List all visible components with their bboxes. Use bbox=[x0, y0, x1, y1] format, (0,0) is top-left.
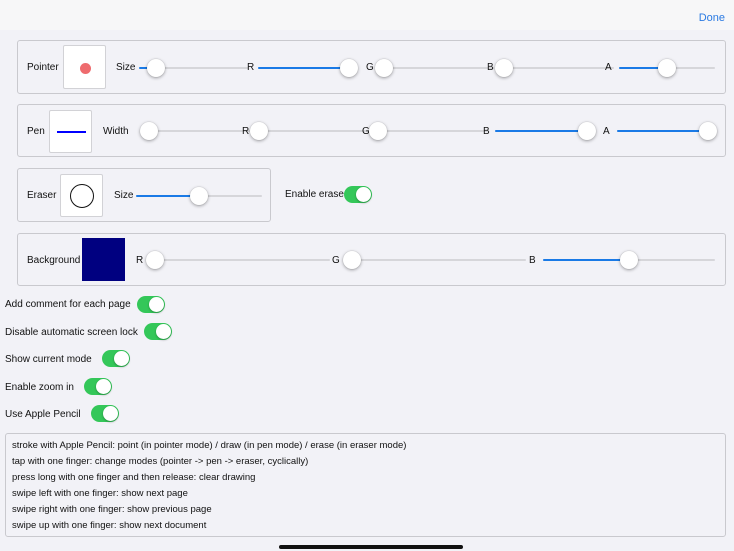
slider-thumb[interactable] bbox=[578, 122, 596, 140]
pointer-g-label: G bbox=[366, 62, 374, 73]
eraser-size-label: Size bbox=[114, 190, 134, 201]
slider-thumb[interactable] bbox=[369, 122, 387, 140]
help-line: swipe right with one finger: show previo… bbox=[12, 504, 212, 515]
pen-a-label: A bbox=[603, 126, 610, 137]
pen-line-icon bbox=[57, 131, 86, 133]
slider-thumb[interactable] bbox=[495, 59, 513, 77]
slider-thumb[interactable] bbox=[375, 59, 393, 77]
pointer-a-slider[interactable] bbox=[619, 59, 715, 77]
background-label: Background bbox=[27, 255, 81, 266]
pointer-size-label: Size bbox=[116, 62, 136, 73]
pointer-g-slider[interactable] bbox=[375, 59, 494, 77]
pointer-panel: Pointer Size R G B A bbox=[17, 40, 726, 94]
disable-screen-lock-toggle[interactable] bbox=[144, 323, 172, 340]
help-line: swipe left with one finger: show next pa… bbox=[12, 488, 188, 499]
eraser-label: Eraser bbox=[27, 190, 57, 201]
pen-r-label: R bbox=[242, 126, 250, 137]
slider-thumb[interactable] bbox=[699, 122, 717, 140]
slider-thumb[interactable] bbox=[343, 251, 361, 269]
slider-thumb[interactable] bbox=[340, 59, 358, 77]
add-comment-toggle[interactable] bbox=[137, 296, 165, 313]
pointer-label: Pointer bbox=[27, 62, 59, 73]
slider-thumb[interactable] bbox=[190, 187, 208, 205]
pointer-b-slider[interactable] bbox=[495, 59, 614, 77]
background-panel: Background R G B bbox=[17, 233, 726, 286]
slider-thumb[interactable] bbox=[658, 59, 676, 77]
enable-eraser-label: Enable eraser bbox=[285, 189, 348, 200]
pointer-b-label: B bbox=[487, 62, 494, 73]
background-r-label: R bbox=[136, 255, 144, 266]
gesture-help-text[interactable]: stroke with Apple Pencil: point (in poin… bbox=[5, 433, 726, 537]
option-label: Show current mode bbox=[5, 354, 92, 365]
eraser-panel: Eraser Size bbox=[17, 168, 271, 222]
slider-thumb[interactable] bbox=[146, 251, 164, 269]
background-r-slider[interactable] bbox=[146, 251, 330, 269]
pointer-a-label: A bbox=[605, 62, 612, 73]
eraser-size-slider[interactable] bbox=[136, 187, 262, 205]
pen-r-slider[interactable] bbox=[250, 122, 369, 140]
background-g-slider[interactable] bbox=[343, 251, 526, 269]
pen-g-slider[interactable] bbox=[369, 122, 488, 140]
help-line: tap with one finger: change modes (point… bbox=[12, 456, 309, 467]
use-apple-pencil-toggle[interactable] bbox=[91, 405, 119, 422]
slider-thumb[interactable] bbox=[620, 251, 638, 269]
slider-thumb[interactable] bbox=[146, 59, 165, 77]
help-line: swipe up with one finger: show next docu… bbox=[12, 520, 207, 531]
eraser-circle-icon bbox=[70, 184, 94, 208]
pointer-r-slider[interactable] bbox=[258, 59, 358, 77]
done-button[interactable]: Done bbox=[699, 12, 725, 24]
background-b-slider[interactable] bbox=[543, 251, 715, 269]
pointer-size-slider[interactable] bbox=[139, 59, 249, 77]
option-label: Enable zoom in bbox=[5, 382, 74, 393]
help-line: stroke with Apple Pencil: point (in poin… bbox=[12, 440, 407, 451]
pen-width-slider[interactable] bbox=[140, 122, 251, 140]
help-line: press long with one finger and then rele… bbox=[12, 472, 256, 483]
option-label: Add comment for each page bbox=[5, 299, 131, 310]
pointer-r-label: R bbox=[247, 62, 255, 73]
pointer-dot-icon bbox=[80, 63, 91, 74]
pen-b-slider[interactable] bbox=[495, 122, 596, 140]
option-label: Use Apple Pencil bbox=[5, 409, 81, 420]
home-indicator[interactable] bbox=[279, 545, 463, 549]
background-g-label: G bbox=[332, 255, 340, 266]
pen-b-label: B bbox=[483, 126, 490, 137]
enable-zoom-toggle[interactable] bbox=[84, 378, 112, 395]
show-current-mode-toggle[interactable] bbox=[102, 350, 130, 367]
slider-thumb[interactable] bbox=[140, 122, 158, 140]
background-color-preview bbox=[82, 238, 125, 281]
pen-label: Pen bbox=[27, 126, 45, 137]
slider-thumb[interactable] bbox=[250, 122, 268, 140]
pen-preview bbox=[49, 110, 92, 153]
enable-eraser-toggle[interactable] bbox=[344, 186, 372, 203]
pen-a-slider[interactable] bbox=[617, 122, 717, 140]
option-label: Disable automatic screen lock bbox=[5, 327, 138, 338]
background-b-label: B bbox=[529, 255, 536, 266]
pointer-preview bbox=[63, 45, 106, 89]
pen-panel: Pen Width R G B A bbox=[17, 104, 726, 157]
eraser-preview bbox=[60, 174, 103, 217]
navigation-bar: Done bbox=[0, 0, 734, 30]
pen-width-label: Width bbox=[103, 126, 129, 137]
